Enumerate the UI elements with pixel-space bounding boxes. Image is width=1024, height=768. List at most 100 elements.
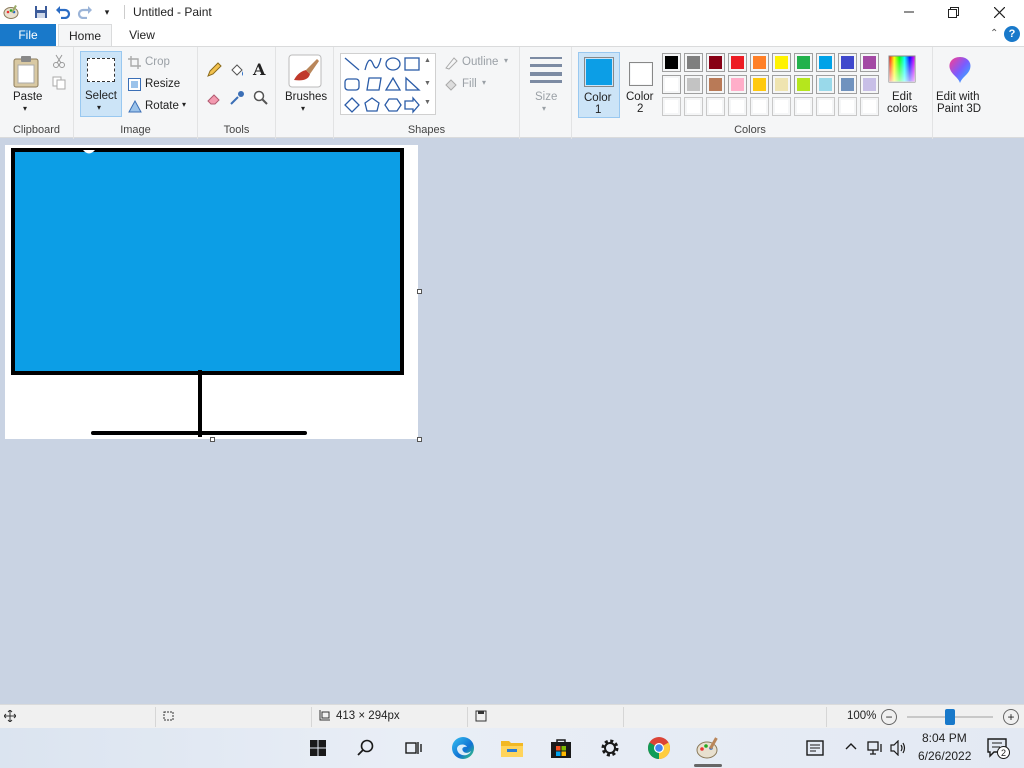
color1-button[interactable]: Color 1: [578, 52, 620, 118]
restore-button[interactable]: [930, 0, 976, 24]
outline-icon[interactable]: [444, 56, 458, 73]
paste-button[interactable]: Paste: [13, 91, 42, 103]
palette-swatch[interactable]: [684, 97, 703, 116]
settings-gear-icon[interactable]: [586, 728, 634, 768]
drawing-canvas[interactable]: [5, 145, 422, 442]
microsoft-store-icon[interactable]: [537, 728, 585, 768]
close-button[interactable]: [976, 0, 1022, 24]
volume-icon[interactable]: [890, 739, 908, 759]
palette-swatch[interactable]: [794, 75, 813, 94]
rotate-dropdown-icon[interactable]: ▾: [182, 100, 186, 109]
file-explorer-icon[interactable]: [488, 728, 536, 768]
search-icon[interactable]: [342, 728, 390, 768]
edit-colors-label-1[interactable]: Edit: [892, 91, 912, 103]
brushes-icon[interactable]: [288, 54, 322, 91]
select-button[interactable]: Select ▾: [80, 51, 122, 117]
resize-icon[interactable]: [128, 78, 141, 94]
palette-swatch[interactable]: [706, 75, 725, 94]
canvas-workspace[interactable]: [0, 139, 1024, 704]
size-icon[interactable]: [530, 57, 562, 86]
help-icon[interactable]: ?: [1004, 26, 1020, 42]
palette-swatch[interactable]: [816, 75, 835, 94]
palette-swatch[interactable]: [750, 97, 769, 116]
palette-swatch[interactable]: [728, 53, 747, 72]
pencil-icon[interactable]: [206, 62, 222, 81]
tab-file[interactable]: File: [0, 24, 56, 46]
palette-swatch[interactable]: [772, 53, 791, 72]
minimize-button[interactable]: [886, 0, 932, 24]
clock-time[interactable]: 8:04 PM: [922, 731, 967, 745]
palette-swatch[interactable]: [838, 53, 857, 72]
palette-swatch[interactable]: [838, 97, 857, 116]
magnifier-icon[interactable]: [253, 90, 269, 109]
fill-dropdown-icon[interactable]: ▾: [482, 78, 486, 87]
resize-handle-right[interactable]: [417, 289, 422, 294]
palette-swatch[interactable]: [772, 97, 791, 116]
text-tool-icon[interactable]: A: [253, 60, 265, 79]
zoom-slider-thumb[interactable]: [945, 709, 955, 725]
palette-swatch[interactable]: [772, 75, 791, 94]
palette-swatch[interactable]: [860, 97, 879, 116]
shapes-more-icon[interactable]: ▼: [424, 99, 431, 106]
fill-icon[interactable]: [444, 78, 458, 95]
palette-swatch[interactable]: [662, 97, 681, 116]
shapes-gallery[interactable]: [340, 53, 436, 115]
palette-swatch[interactable]: [662, 75, 681, 94]
brushes-dropdown-icon[interactable]: ▾: [301, 104, 305, 113]
network-icon[interactable]: [867, 740, 885, 759]
fill-button[interactable]: Fill: [462, 78, 477, 90]
palette-swatch[interactable]: [794, 53, 813, 72]
paste-icon[interactable]: [12, 55, 42, 92]
tab-home[interactable]: Home: [58, 24, 112, 46]
palette-swatch[interactable]: [684, 53, 703, 72]
news-widget-icon[interactable]: [806, 740, 824, 759]
zoom-in-button[interactable]: +: [1003, 709, 1019, 725]
edit-colors-label-2[interactable]: colors: [887, 103, 918, 115]
rotate-icon[interactable]: [128, 99, 142, 116]
brushes-button[interactable]: Brushes: [285, 91, 327, 103]
rotate-button[interactable]: Rotate: [145, 100, 179, 112]
paint3d-label-1[interactable]: Edit with: [936, 91, 979, 103]
copy-icon[interactable]: [52, 76, 66, 93]
chrome-browser-icon[interactable]: [635, 728, 683, 768]
crop-button[interactable]: Crop: [145, 56, 170, 68]
size-dropdown-icon[interactable]: ▾: [542, 104, 546, 113]
task-view-icon[interactable]: [390, 728, 438, 768]
fill-bucket-icon[interactable]: [229, 62, 245, 81]
color-picker-icon[interactable]: [229, 90, 245, 109]
palette-swatch[interactable]: [662, 53, 681, 72]
customize-quick-access-icon[interactable]: ▾: [96, 1, 118, 23]
edge-browser-icon[interactable]: [439, 728, 487, 768]
palette-swatch[interactable]: [750, 53, 769, 72]
palette-swatch[interactable]: [706, 97, 725, 116]
palette-swatch[interactable]: [728, 97, 747, 116]
palette-swatch[interactable]: [816, 97, 835, 116]
palette-swatch[interactable]: [750, 75, 769, 94]
shapes-scroll-up-icon[interactable]: ▲: [424, 57, 431, 64]
undo-icon[interactable]: [52, 1, 74, 23]
outline-button[interactable]: Outline: [462, 56, 498, 68]
zoom-out-button[interactable]: −: [881, 709, 897, 725]
save-icon[interactable]: [30, 1, 52, 23]
show-hidden-icons-icon[interactable]: [845, 740, 857, 754]
notification-center-icon[interactable]: 2: [987, 738, 1010, 761]
palette-swatch[interactable]: [838, 75, 857, 94]
clock-date[interactable]: 6/26/2022: [918, 749, 971, 763]
paint-taskbar-icon[interactable]: [684, 728, 732, 768]
outline-dropdown-icon[interactable]: ▾: [504, 56, 508, 65]
resize-handle-bottom[interactable]: [210, 437, 215, 442]
paint-app-icon[interactable]: [0, 1, 22, 23]
collapse-ribbon-icon[interactable]: ⌃: [990, 28, 998, 39]
resize-button[interactable]: Resize: [145, 78, 180, 90]
cut-icon[interactable]: [52, 54, 66, 71]
crop-icon[interactable]: [128, 56, 141, 72]
shapes-scroll-down-icon[interactable]: ▼: [424, 80, 431, 87]
start-button[interactable]: [294, 728, 342, 768]
palette-swatch[interactable]: [860, 75, 879, 94]
palette-swatch[interactable]: [728, 75, 747, 94]
redo-icon[interactable]: [74, 1, 96, 23]
palette-swatch[interactable]: [794, 97, 813, 116]
resize-handle-corner[interactable]: [417, 437, 422, 442]
paint3d-icon[interactable]: [946, 55, 974, 88]
paint3d-label-2[interactable]: Paint 3D: [937, 103, 981, 115]
